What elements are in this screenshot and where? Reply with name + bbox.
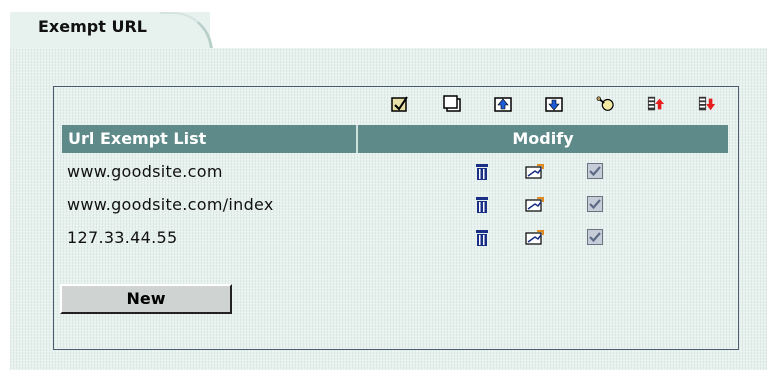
delete-icon[interactable]	[474, 196, 492, 214]
enable-checkbox[interactable]	[587, 229, 605, 247]
table-row: www.goodsite.com/index	[62, 190, 728, 220]
header-modify: Modify	[512, 129, 574, 148]
new-button[interactable]: New	[60, 284, 232, 314]
url-cell: www.goodsite.com/index	[67, 195, 274, 214]
delete-icon[interactable]	[474, 229, 492, 247]
url-cell: 127.33.44.55	[67, 228, 178, 247]
table-row: 127.33.44.55	[62, 223, 728, 253]
edit-icon[interactable]	[391, 95, 409, 113]
enable-checkbox[interactable]	[587, 163, 605, 181]
edit-entry-icon[interactable]	[525, 163, 544, 181]
export-icon[interactable]	[698, 95, 716, 113]
header-url-exempt-list: Url Exempt List	[62, 125, 358, 153]
tab-exempt-url[interactable]: Exempt URL	[38, 17, 147, 36]
move-up-icon[interactable]	[494, 95, 512, 113]
tab-curve	[160, 12, 218, 48]
import-icon[interactable]	[647, 95, 665, 113]
enable-checkbox[interactable]	[587, 196, 605, 214]
edit-entry-icon[interactable]	[525, 196, 544, 214]
window-icon[interactable]	[443, 95, 461, 113]
table-header: Url Exempt List Modify	[62, 125, 728, 153]
url-cell: www.goodsite.com	[67, 162, 223, 181]
move-down-icon[interactable]	[545, 95, 563, 113]
clear-icon[interactable]	[596, 95, 614, 113]
edit-entry-icon[interactable]	[525, 229, 544, 247]
table-row: www.goodsite.com	[62, 157, 728, 187]
delete-icon[interactable]	[474, 163, 492, 181]
